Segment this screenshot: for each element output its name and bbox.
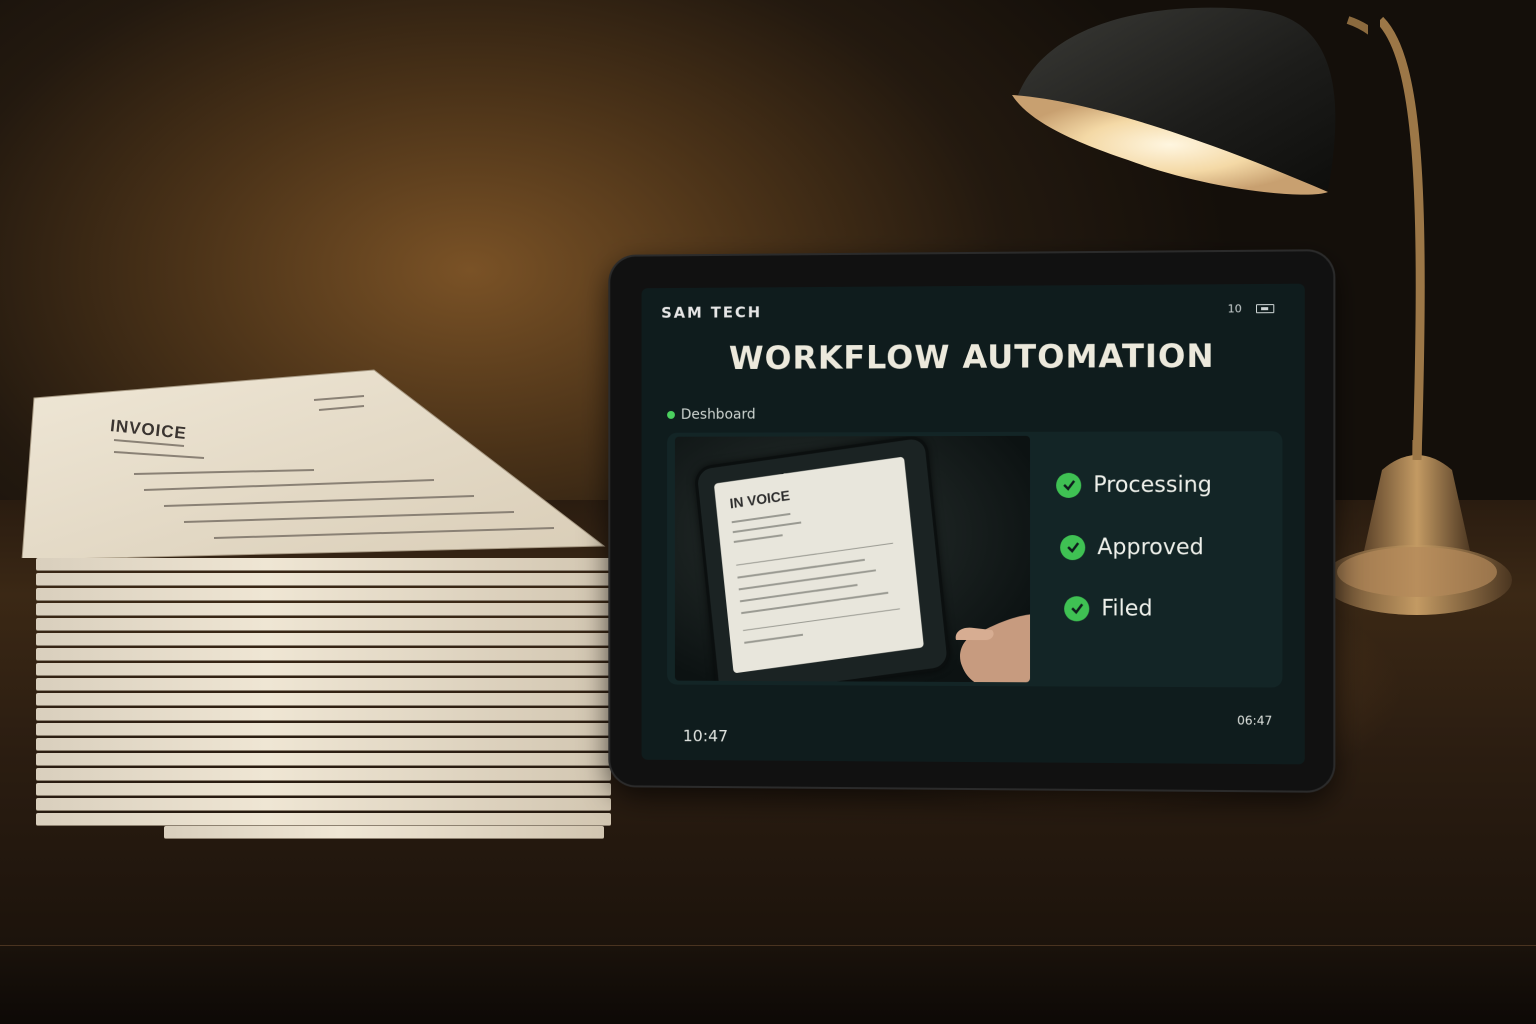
invoice-paper-stack: INVOICE xyxy=(14,368,614,848)
paper-sheet xyxy=(36,798,611,811)
checklist-item: Processing xyxy=(1056,470,1212,500)
paper-sheet xyxy=(36,708,611,721)
headline-title: WORKFLOW AUTOMATION xyxy=(642,336,1305,377)
checklist-item: Filed xyxy=(1064,593,1152,623)
photo-text-line xyxy=(732,513,791,523)
paper-sheet xyxy=(36,663,611,676)
scene: INVOICE SAM TECH 10 WORKFLOW AUTOMATION … xyxy=(0,0,1536,1024)
brand-label: SAM TECH xyxy=(661,303,762,321)
photo-mini-screen: IN VOICE xyxy=(714,457,924,674)
paper-sheet xyxy=(36,813,611,826)
lamp-shade xyxy=(1008,0,1368,200)
paper-sheet xyxy=(36,723,611,736)
tablet-screen[interactable]: SAM TECH 10 WORKFLOW AUTOMATION Deshboar… xyxy=(642,284,1305,765)
paper-sheet xyxy=(36,693,611,706)
photo-text-line xyxy=(744,634,803,644)
checklist-item-label: Approved xyxy=(1097,535,1204,560)
hand-illustration xyxy=(952,596,1030,682)
paper-sheet xyxy=(36,753,611,766)
workflow-panel: IN VOICE Processing Approved Filed xyxy=(667,431,1282,687)
paper-sheet xyxy=(36,618,611,631)
check-circle-icon xyxy=(1060,535,1085,560)
check-circle-icon xyxy=(1056,472,1081,497)
paper-sheet xyxy=(36,678,611,691)
check-circle-icon xyxy=(1064,596,1089,621)
desk-edge xyxy=(0,945,1536,1024)
tablet-device: SAM TECH 10 WORKFLOW AUTOMATION Deshboar… xyxy=(610,251,1333,791)
battery-icon xyxy=(1256,304,1274,313)
paper-sheet xyxy=(36,633,611,646)
photo-text-line xyxy=(736,543,893,566)
photo-text-line xyxy=(733,521,802,533)
paper-sheet xyxy=(36,738,611,751)
time-right: 06:47 xyxy=(1237,713,1272,727)
invoice-photo: IN VOICE xyxy=(675,436,1030,682)
paper-sheet xyxy=(36,603,611,616)
paper-sheet xyxy=(36,768,611,781)
paper-sheet xyxy=(36,648,611,661)
paper-sheet xyxy=(164,826,604,839)
status-dot-icon xyxy=(667,411,675,419)
paper-sheet xyxy=(36,558,611,571)
invoice-top-sheet xyxy=(14,368,614,558)
paper-sheet xyxy=(36,783,611,796)
checklist-item: Approved xyxy=(1060,532,1204,562)
photo-invoice-title: IN VOICE xyxy=(729,487,791,511)
lamp-arm xyxy=(1380,0,1440,460)
dashboard-link[interactable]: Deshboard xyxy=(681,407,756,423)
photo-text-line xyxy=(734,534,783,543)
checklist-item-label: Filed xyxy=(1101,596,1152,621)
photo-mini-tablet: IN VOICE xyxy=(693,436,951,682)
checklist-item-label: Processing xyxy=(1093,472,1212,497)
lamp-stand xyxy=(1322,440,1512,618)
photo-text-line xyxy=(741,592,888,614)
paper-sheet xyxy=(36,588,611,601)
time-left: 10:47 xyxy=(683,726,728,745)
status-number: 10 xyxy=(1228,302,1242,315)
photo-text-line xyxy=(743,608,900,631)
paper-sheet xyxy=(36,573,611,586)
